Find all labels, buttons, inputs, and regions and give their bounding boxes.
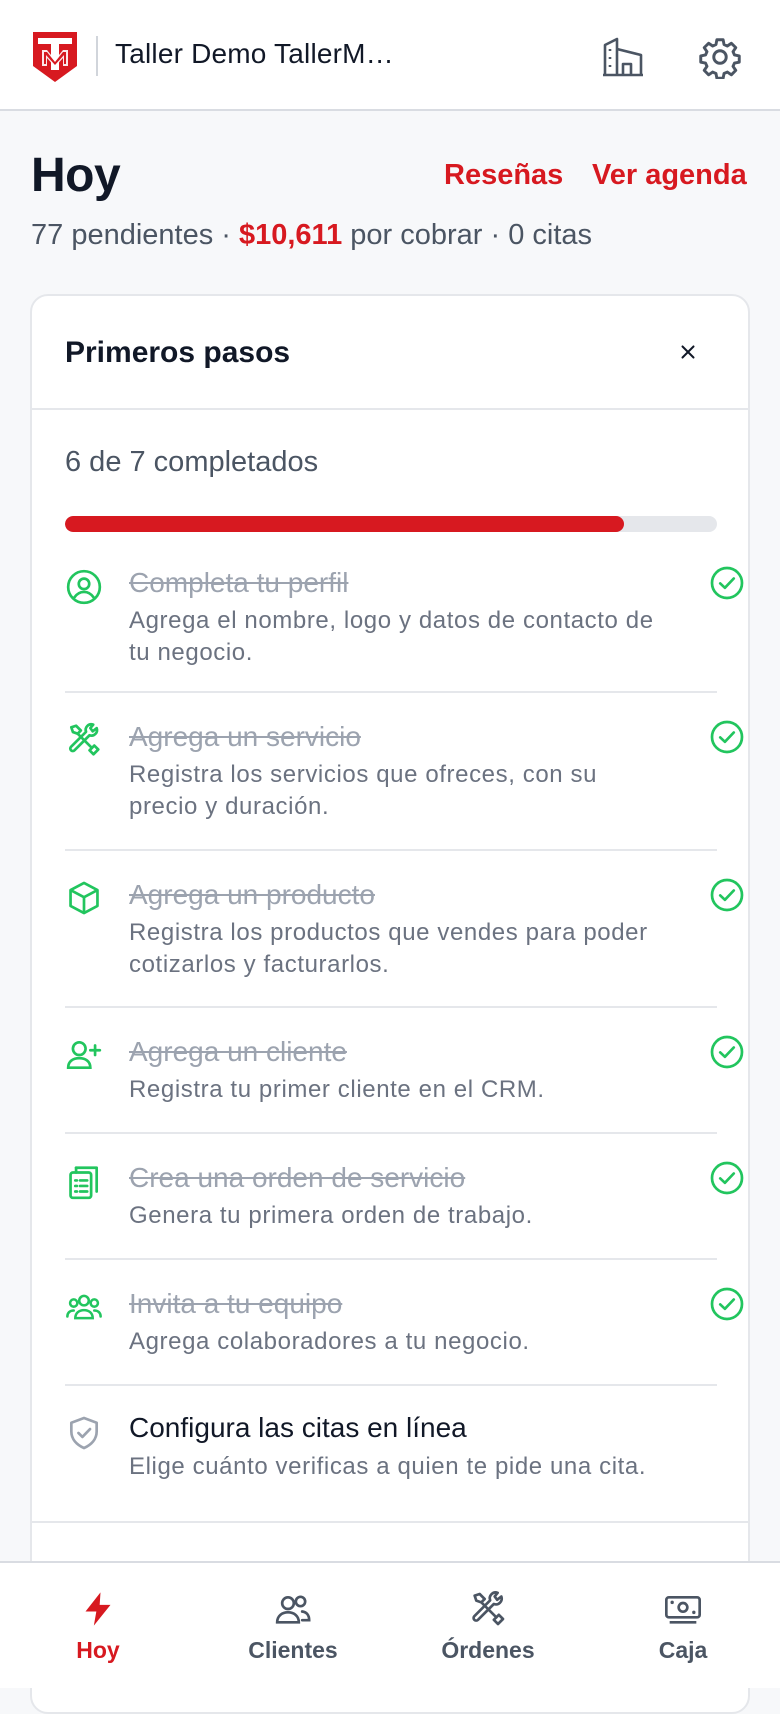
check-circle-icon	[709, 1160, 745, 1196]
step-title: Agrega un servicio	[129, 721, 361, 752]
check-circle-icon	[709, 565, 745, 601]
cash-icon	[663, 1589, 703, 1629]
check-circle-icon	[709, 719, 745, 755]
gear-icon[interactable]	[697, 34, 743, 80]
nav-label: Hoy	[76, 1637, 120, 1663]
to-collect-label: por cobrar · 0 citas	[342, 219, 593, 251]
card-header: Primeros pasos	[32, 296, 748, 410]
user-plus-icon	[65, 1036, 103, 1074]
nav-item-home[interactable]: Hoy	[23, 1589, 173, 1679]
step-title: Crea una orden de servicio	[129, 1162, 466, 1193]
tallermatic-logo[interactable]	[30, 30, 80, 84]
step-complete-profile[interactable]: Completa tu perfil Agrega el nombre, log…	[65, 536, 744, 693]
progress-bar	[65, 516, 717, 532]
step-description: Registra los servicios que ofreces, con …	[129, 761, 598, 820]
step-description: Genera tu primera orden de trabajo.	[129, 1202, 533, 1229]
app-header: Taller Demo TallerM…	[0, 0, 780, 111]
nav-label: Órdenes	[441, 1637, 535, 1663]
step-add-client[interactable]: Agrega un cliente Registra tu primer cli…	[65, 1008, 744, 1134]
amount-to-collect: $10,611	[238, 219, 343, 251]
step-description: Registra tu primer cliente en el CRM.	[129, 1076, 545, 1103]
step-add-service[interactable]: Agrega un servicio Registra los servicio…	[65, 693, 744, 851]
nav-label: Caja	[658, 1637, 708, 1663]
step-title: Agrega un cliente	[129, 1036, 347, 1067]
onboarding-card: Primeros pasos 6 de 7 completados Comple…	[30, 294, 750, 1714]
reviews-link[interactable]: Reseñas	[444, 159, 563, 192]
clipboard-icon	[65, 1163, 103, 1201]
step-description: Elige cuánto verificas a quien te pide u…	[129, 1453, 647, 1480]
step-title: Completa tu perfil	[129, 567, 349, 598]
progress-text: 6 de 7 completados	[65, 446, 319, 478]
close-icon[interactable]	[672, 336, 704, 368]
card-title: Primeros pasos	[65, 336, 291, 369]
step-title: Configura las citas en línea	[129, 1412, 467, 1443]
page-title: Hoy	[31, 149, 121, 202]
nav-label: Clientes	[248, 1637, 338, 1663]
progress-fill	[65, 516, 624, 532]
lightning-icon	[78, 1589, 118, 1629]
shield-check-icon	[65, 1414, 103, 1452]
business-name[interactable]: Taller Demo TallerM…	[115, 38, 394, 70]
pending-count: 77 pendientes ·	[31, 219, 239, 251]
bottom-nav: Hoy Clientes Órdenes Caja	[0, 1561, 780, 1688]
step-title: Agrega un producto	[129, 879, 375, 910]
step-title: Invita a tu equipo	[129, 1288, 343, 1319]
building-icon[interactable]	[600, 34, 646, 80]
nav-item-orders[interactable]: Órdenes	[413, 1589, 563, 1679]
check-circle-icon	[709, 1034, 745, 1070]
onboarding-steps: Completa tu perfil Agrega el nombre, log…	[65, 536, 744, 1520]
step-description: Agrega colaboradores a tu negocio.	[129, 1328, 530, 1355]
tools-icon	[65, 721, 103, 759]
header-divider	[96, 36, 98, 76]
box-icon	[65, 879, 103, 917]
check-circle-icon	[709, 877, 745, 913]
step-create-order[interactable]: Crea una orden de servicio Genera tu pri…	[65, 1134, 744, 1260]
step-description: Registra los productos que vendes para p…	[129, 919, 648, 978]
card-divider	[32, 1521, 748, 1523]
nav-item-cash[interactable]: Caja	[608, 1589, 758, 1679]
nav-item-clients[interactable]: Clientes	[218, 1589, 368, 1679]
step-description: Agrega el nombre, logo y datos de contac…	[129, 607, 654, 666]
tools-icon	[468, 1589, 508, 1629]
user-circle-icon	[65, 568, 103, 606]
step-configure-online-appointments[interactable]: Configura las citas en línea Elige cuánt…	[65, 1386, 717, 1520]
step-invite-team[interactable]: Invita a tu equipo Agrega colaboradores …	[65, 1260, 744, 1386]
check-circle-icon	[709, 1286, 745, 1322]
view-agenda-link[interactable]: Ver agenda	[592, 159, 747, 192]
team-icon	[65, 1288, 103, 1326]
summary-line: 77 pendientes · $10,611 por cobrar · 0 c…	[31, 219, 592, 252]
step-add-product[interactable]: Agrega un producto Registra los producto…	[65, 851, 744, 1008]
users-icon	[273, 1589, 313, 1629]
